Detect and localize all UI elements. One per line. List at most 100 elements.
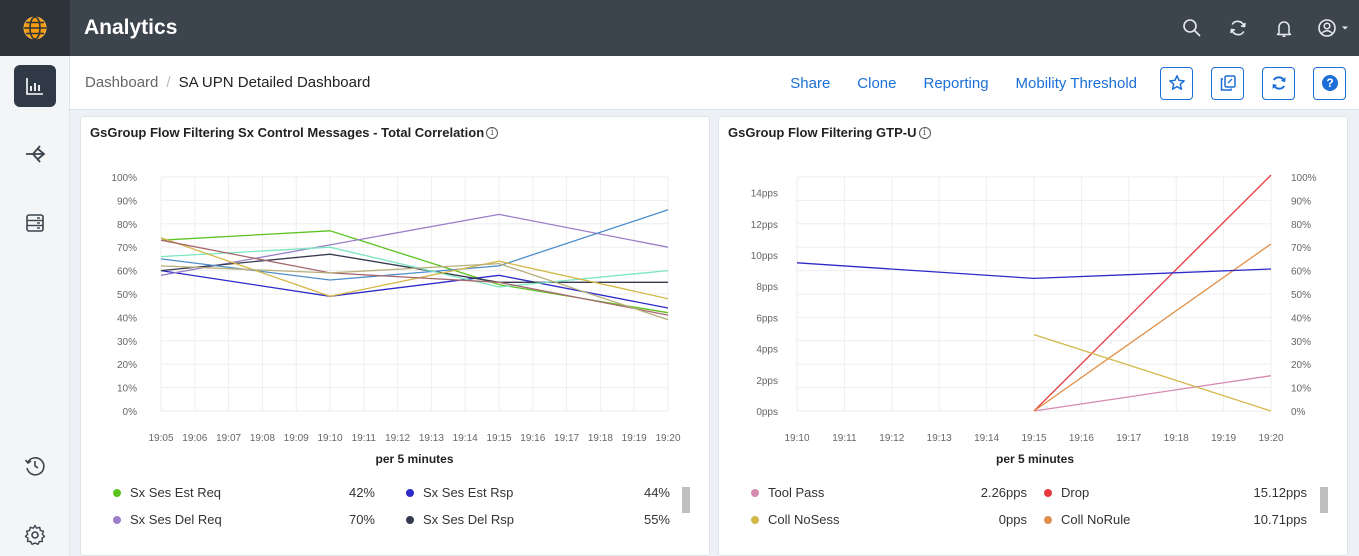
legend-dot (406, 515, 414, 524)
legend-value: 2.26pps (980, 485, 1027, 500)
notifications-button[interactable] (1261, 0, 1307, 56)
y-left-tick-label: 0pps (756, 407, 778, 418)
share-link[interactable]: Share (790, 75, 830, 92)
legend-label: Drop (1061, 485, 1090, 500)
search-icon (1183, 19, 1201, 37)
history-icon (24, 457, 45, 476)
x-tick-label: 19:12 (385, 433, 410, 444)
sidebar (0, 56, 70, 556)
x-tick-label: 19:08 (250, 433, 275, 444)
y-tick-label: 80% (117, 220, 137, 231)
x-tick-label: 19:20 (1258, 433, 1283, 444)
bell-icon (1276, 21, 1292, 37)
legend-label: Coll NoSess (768, 512, 840, 527)
y-right-tick-label: 0% (1291, 407, 1306, 418)
x-tick-label: 19:07 (216, 433, 241, 444)
copy-icon (1220, 75, 1236, 91)
reporting-link[interactable]: Reporting (924, 75, 989, 92)
caret-down-icon (1342, 26, 1348, 30)
legend-value: 44% (643, 485, 670, 500)
server-icon (26, 214, 44, 232)
legend-item[interactable]: Tool Pass (751, 485, 824, 500)
y-tick-label: 60% (117, 267, 137, 278)
legend-item[interactable]: Sx Ses Del Rsp (406, 512, 514, 527)
series-line (1033, 243, 1272, 412)
help-button[interactable]: ? (1313, 66, 1346, 100)
copy-button[interactable] (1211, 66, 1244, 100)
sidebar-item-dashboards[interactable] (14, 65, 56, 107)
scrollbar-thumb[interactable] (682, 487, 690, 513)
legend-scrollbar[interactable] (1320, 481, 1328, 539)
reload-button[interactable] (1262, 66, 1295, 100)
mobility-threshold-link[interactable]: Mobility Threshold (1016, 75, 1137, 92)
user-menu-button[interactable] (1307, 0, 1359, 56)
sx-control-chart: 0% 10% 20% 30% 40% 50% 60% 70% 80% 90% 100% 19:05 19… (111, 173, 681, 466)
sidebar-item-flows[interactable] (14, 133, 56, 175)
y-tick-label: 90% (117, 196, 137, 207)
x-axis-title: per 5 minutes (996, 452, 1074, 466)
y-tick-label: 100% (111, 173, 137, 184)
y-tick-label: 50% (117, 290, 137, 301)
legend-label: Tool Pass (768, 485, 825, 500)
legend-value: 10.71pps (1253, 512, 1308, 527)
legend-item[interactable]: Drop (1044, 485, 1089, 500)
search-button[interactable] (1169, 0, 1215, 56)
legend-item[interactable]: Coll NoSess (751, 512, 840, 527)
series-line (160, 262, 669, 321)
x-tick-label: 19:10 (317, 433, 342, 444)
y-right-tick-label: 70% (1291, 243, 1311, 254)
legend-label: Sx Ses Est Rsp (423, 485, 514, 500)
refresh-button[interactable] (1215, 0, 1261, 56)
x-tick-label: 19:10 (784, 433, 809, 444)
y-right-tick-label: 80% (1291, 220, 1311, 231)
y-left-tick-label: 12pps (751, 220, 778, 231)
clone-link[interactable]: Clone (857, 75, 896, 92)
app-title: Analytics (84, 16, 178, 39)
app-logo[interactable] (0, 0, 70, 56)
sx-control-panel: GsGroup Flow Filtering Sx Control Messag… (80, 116, 710, 556)
x-tick-label: 19:16 (1069, 433, 1094, 444)
y-left-tick-label: 14pps (751, 189, 778, 200)
x-tick-label: 19:13 (419, 433, 444, 444)
legend-value: 70% (348, 512, 375, 527)
x-tick-label: 19:18 (1164, 433, 1189, 444)
legend-dot (1044, 515, 1052, 524)
sidebar-item-history[interactable] (14, 445, 56, 487)
refresh-icon (1230, 20, 1246, 36)
breadcrumb-dashboard-link[interactable]: Dashboard (85, 74, 158, 91)
legend: Sx Ses Est Req 42% Sx Ses Est Rsp 44% Sx… (81, 479, 711, 549)
page-title: SA UPN Detailed Dashboard (178, 74, 371, 91)
sidebar-item-settings[interactable] (14, 514, 56, 556)
svg-text:?: ? (1326, 76, 1333, 90)
legend-item[interactable]: Sx Ses Est Rsp (406, 485, 513, 500)
y-right-tick-label: 40% (1291, 313, 1311, 324)
gtp-u-chart: 0% 10% 20% 30% 40% 50% 60% 70% 80% 90% 100% 0pps 2pp… (751, 173, 1317, 466)
legend-item[interactable]: Coll NoRule (1044, 512, 1130, 527)
legend-label: Sx Ses Del Rsp (423, 512, 515, 527)
legend-scrollbar[interactable] (682, 481, 690, 539)
sync-icon (1272, 76, 1285, 90)
breadcrumb-separator: / (166, 74, 171, 91)
y-left-tick-label: 2pps (756, 376, 778, 387)
x-tick-label: 19:05 (148, 433, 173, 444)
legend-item[interactable]: Sx Ses Del Req (113, 512, 222, 527)
series-line (1033, 333, 1272, 412)
help-icon: ? (1321, 75, 1338, 91)
sidebar-item-servers[interactable] (14, 202, 56, 244)
flow-split-icon (26, 145, 46, 163)
legend-label: Coll NoRule (1061, 512, 1131, 527)
legend-value: 15.12pps (1253, 485, 1308, 500)
scrollbar-thumb[interactable] (1320, 487, 1328, 513)
legend-dot (1044, 488, 1052, 497)
legend-item[interactable]: Sx Ses Est Req (113, 485, 221, 500)
x-tick-label: 19:09 (284, 433, 309, 444)
y-right-tick-label: 60% (1291, 267, 1311, 278)
favorite-button[interactable] (1160, 66, 1193, 100)
y-tick-label: 20% (117, 360, 137, 371)
x-tick-label: 19:15 (486, 433, 511, 444)
top-icons (1169, 0, 1359, 56)
x-tick-label: 19:12 (879, 433, 904, 444)
y-tick-label: 10% (117, 384, 137, 395)
series-line (1033, 375, 1272, 412)
gtp-u-panel: GsGroup Flow Filtering GTP-U i 0% 10% 20% 3… (718, 116, 1348, 556)
